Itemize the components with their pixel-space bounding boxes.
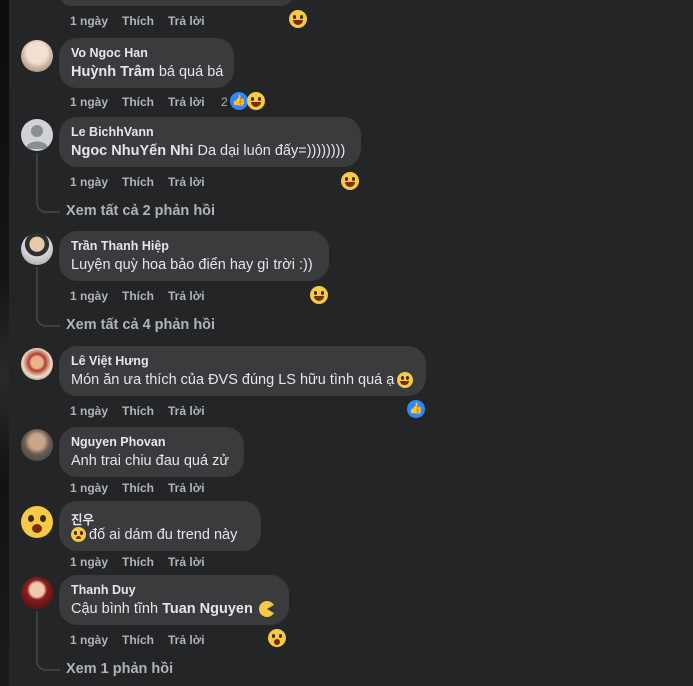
reply-button[interactable]: Trả lời bbox=[168, 175, 205, 189]
comment-author[interactable]: 진우 bbox=[71, 509, 94, 528]
like-button[interactable]: Thích bbox=[122, 14, 154, 28]
laughing-emoji-icon[interactable] bbox=[341, 172, 359, 190]
comment-text: Huỳnh Trâm bá quá bá bbox=[71, 64, 223, 80]
comment-bubble: Le BichhVann Ngoc NhuYến Nhi Da dại luôn… bbox=[59, 117, 361, 167]
thread-line bbox=[36, 267, 60, 327]
comment-actions: 1 ngày Thích Trả lời bbox=[70, 555, 219, 569]
like-button[interactable]: Thích bbox=[122, 555, 154, 569]
comment-bubble: Vo Ngoc Han Huỳnh Trâm bá quá bá bbox=[59, 38, 234, 88]
comments-panel: 1 ngày Thích Trả lời Vo Ngoc Han Huỳnh Trâ… bbox=[9, 0, 693, 686]
comment-text: Ngoc NhuYến Nhi Da dại luôn đấy=)))))))) bbox=[71, 143, 345, 159]
mention-tag[interactable]: Tuan Nguyen bbox=[162, 601, 253, 617]
view-replies-link[interactable]: Xem 1 phản hồi bbox=[66, 661, 173, 677]
comment-bubble bbox=[59, 0, 294, 6]
comment-body: Luyện quỳ hoa bảo điển hay gì trời :)) bbox=[71, 257, 313, 273]
sweat-smile-emoji-icon bbox=[397, 372, 413, 388]
timestamp[interactable]: 1 ngày bbox=[70, 14, 108, 28]
comment-bubble: Trần Thanh Hiệp Luyện quỳ hoa bảo điển h… bbox=[59, 231, 329, 281]
comment-author[interactable]: Vo Ngoc Han bbox=[71, 46, 148, 60]
avatar[interactable] bbox=[21, 577, 53, 609]
reply-button[interactable]: Trả lời bbox=[168, 289, 205, 303]
reaction-count[interactable]: 2 bbox=[221, 95, 228, 109]
timestamp[interactable]: 1 ngày bbox=[70, 175, 108, 189]
avatar[interactable] bbox=[21, 233, 53, 265]
comment-bubble: 진우 đố ai dám đu trend này bbox=[59, 501, 261, 551]
comment-bubble: Lê Việt Hưng Món ăn ưa thích của ĐVS đún… bbox=[59, 346, 426, 396]
reply-button[interactable]: Trả lời bbox=[168, 633, 205, 647]
crying-emoji-icon bbox=[71, 527, 86, 542]
timestamp[interactable]: 1 ngày bbox=[70, 481, 108, 495]
comment-body: Da dại luôn đấy=)))))))) bbox=[193, 143, 346, 159]
avatar[interactable] bbox=[21, 40, 53, 72]
laughing-emoji-icon[interactable] bbox=[310, 286, 328, 304]
comment-text: Cậu bình tĩnh Tuan Nguyen bbox=[71, 601, 253, 617]
comment-actions: 1 ngày Thích Trả lời bbox=[70, 95, 219, 109]
comment-actions: 1 ngày Thích Trả lời bbox=[70, 404, 219, 418]
comment-actions: 1 ngày Thích Trả lời bbox=[70, 289, 219, 303]
thread-line bbox=[36, 611, 60, 671]
comment-actions: 1 ngày Thích Trả lời bbox=[70, 14, 219, 28]
avatar[interactable] bbox=[21, 348, 53, 380]
thread-line bbox=[36, 153, 60, 213]
like-button[interactable]: Thích bbox=[122, 175, 154, 189]
comment-actions: 1 ngày Thích Trả lời bbox=[70, 481, 219, 495]
shocked-emoji-icon[interactable] bbox=[268, 629, 286, 647]
like-button[interactable]: Thích bbox=[122, 404, 154, 418]
pacman-emoji-icon bbox=[259, 601, 275, 617]
comment-body: đố ai dám đu trend này bbox=[89, 527, 238, 543]
like-reaction-icon[interactable]: 👍 bbox=[407, 400, 425, 418]
comment-actions: 1 ngày Thích Trả lời bbox=[70, 633, 219, 647]
reply-button[interactable]: Trả lời bbox=[168, 481, 205, 495]
timestamp[interactable]: 1 ngày bbox=[70, 95, 108, 109]
comment-author[interactable]: Le BichhVann bbox=[71, 125, 154, 139]
laughing-emoji-icon[interactable] bbox=[289, 10, 307, 28]
like-reaction-icon[interactable]: 👍 bbox=[230, 92, 248, 110]
reply-button[interactable]: Trả lời bbox=[168, 404, 205, 418]
reply-button[interactable]: Trả lời bbox=[168, 555, 205, 569]
like-button[interactable]: Thích bbox=[122, 481, 154, 495]
comment-author[interactable]: Trần Thanh Hiệp bbox=[71, 239, 169, 253]
comment-body: Cậu bình tĩnh bbox=[71, 601, 163, 617]
comment-body: Món ăn ưa thích của ĐVS đúng LS hữu tình… bbox=[71, 372, 395, 388]
mention-tag[interactable]: Huỳnh Trâm bbox=[71, 64, 155, 80]
like-button[interactable]: Thích bbox=[122, 95, 154, 109]
default-avatar-icon[interactable] bbox=[21, 119, 53, 151]
comment-author[interactable]: Thanh Duy bbox=[71, 583, 136, 597]
comment-actions: 1 ngày Thích Trả lời bbox=[70, 175, 219, 189]
view-replies-link[interactable]: Xem tất cả 2 phản hồi bbox=[66, 203, 215, 219]
shocked-emoji-icon[interactable] bbox=[21, 506, 53, 538]
timestamp[interactable]: 1 ngày bbox=[70, 633, 108, 647]
avatar[interactable] bbox=[21, 429, 53, 461]
comment-author[interactable]: Lê Việt Hưng bbox=[71, 354, 149, 368]
laughing-emoji-icon[interactable] bbox=[247, 92, 265, 110]
like-button[interactable]: Thích bbox=[122, 289, 154, 303]
comment-body: Anh trai chiu đau quá zử bbox=[71, 453, 230, 469]
comment-bubble: Thanh Duy Cậu bình tĩnh Tuan Nguyen bbox=[59, 575, 289, 625]
view-replies-link[interactable]: Xem tất cả 4 phản hồi bbox=[66, 317, 215, 333]
timestamp[interactable]: 1 ngày bbox=[70, 289, 108, 303]
timestamp[interactable]: 1 ngày bbox=[70, 555, 108, 569]
comment-body: bá quá bá bbox=[154, 64, 224, 80]
reply-button[interactable]: Trả lời bbox=[168, 95, 205, 109]
comment-bubble: Nguyen Phovan Anh trai chiu đau quá zử bbox=[59, 427, 244, 477]
background-strip bbox=[0, 0, 9, 686]
reply-button[interactable]: Trả lời bbox=[168, 14, 205, 28]
comment-author[interactable]: Nguyen Phovan bbox=[71, 435, 165, 449]
mention-tag[interactable]: Ngoc NhuYến Nhi bbox=[71, 143, 193, 159]
like-button[interactable]: Thích bbox=[122, 633, 154, 647]
timestamp[interactable]: 1 ngày bbox=[70, 404, 108, 418]
